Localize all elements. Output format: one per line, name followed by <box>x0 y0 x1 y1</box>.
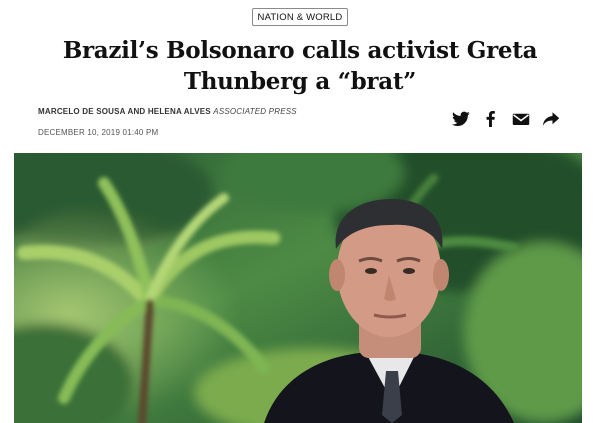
section-tag-wrap: NATION & WORLD <box>0 7 600 26</box>
article-hero-image <box>14 153 582 423</box>
byline-authors[interactable]: MARCELO DE SOUSA AND HELENA ALVES <box>38 107 211 116</box>
share-arrow-icon[interactable] <box>542 111 560 127</box>
facebook-icon[interactable] <box>482 111 500 127</box>
hero-photo-illustration <box>14 153 582 423</box>
share-toolbar <box>452 111 560 127</box>
byline: MARCELO DE SOUSA AND HELENA ALVES ASSOCI… <box>38 107 297 116</box>
byline-source: ASSOCIATED PRESS <box>213 107 297 116</box>
twitter-icon[interactable] <box>452 111 470 127</box>
publish-date: DECEMBER 10, 2019 01:40 PM <box>38 128 159 137</box>
section-tag-link[interactable]: NATION & WORLD <box>251 8 349 26</box>
article-headline: Brazil’s Bolsonaro calls activist Greta … <box>62 37 538 95</box>
email-icon[interactable] <box>512 111 530 127</box>
